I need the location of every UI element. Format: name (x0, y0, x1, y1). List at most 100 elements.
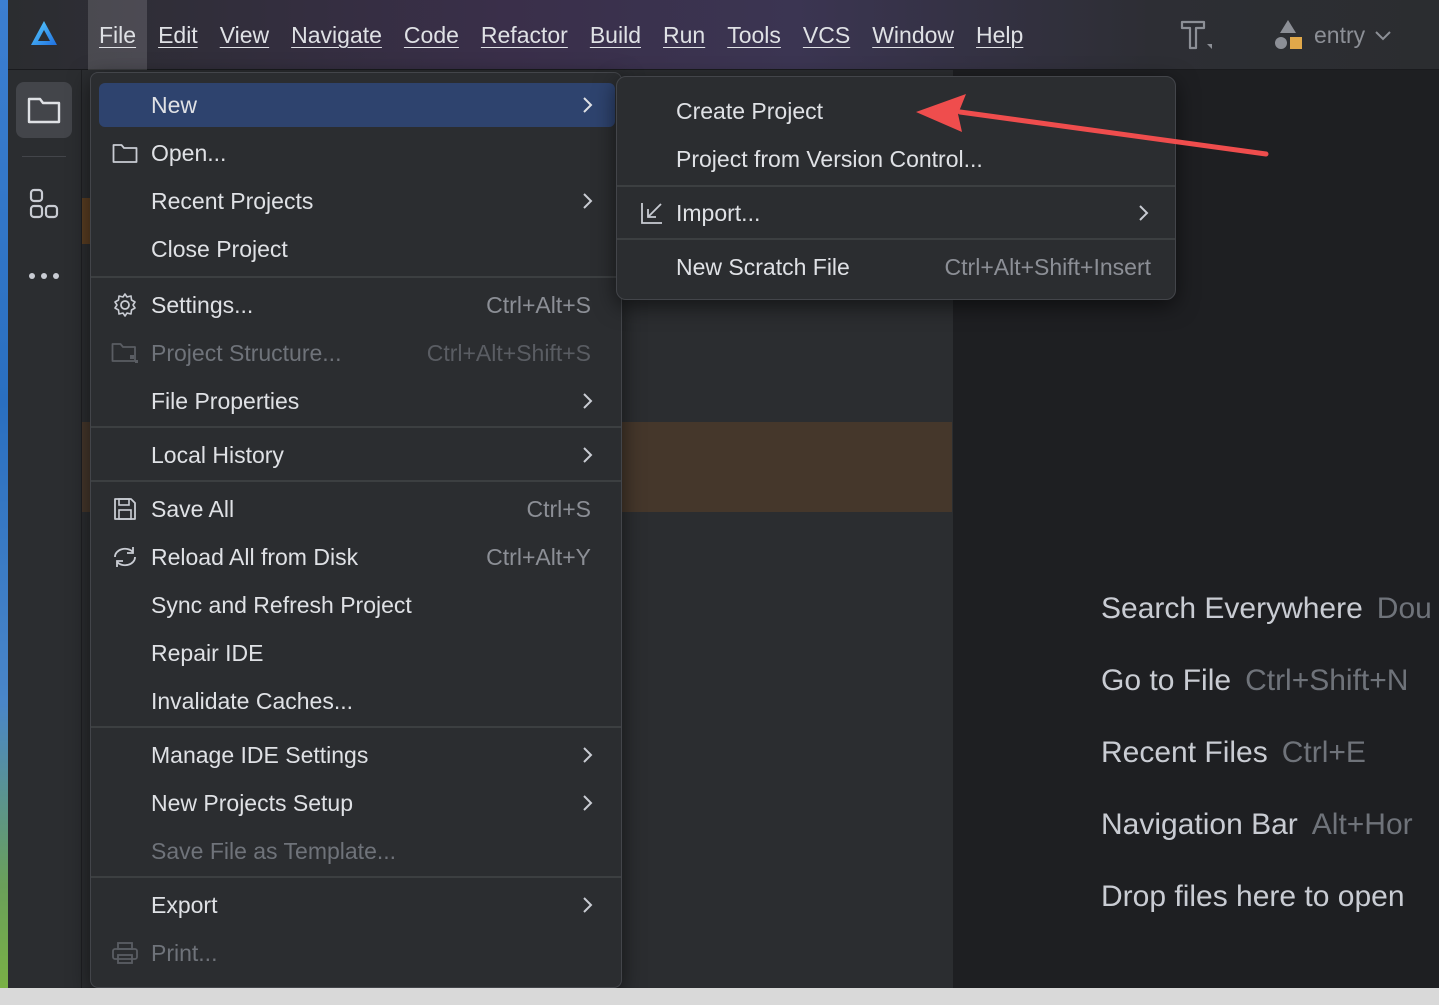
menu-item-save-all[interactable]: Save All Ctrl+S (99, 487, 615, 531)
main-menubar: File Edit View Navigate Code Refactor Bu… (88, 0, 1034, 70)
menu-window[interactable]: Window (861, 0, 965, 70)
menu-separator (91, 480, 621, 482)
menu-item-label: Close Project (151, 235, 288, 262)
menu-item-label: New (151, 91, 198, 118)
menu-file[interactable]: File (88, 0, 148, 70)
menu-item-file-properties[interactable]: File Properties (99, 379, 615, 423)
menu-item-label: Save File as Template... (151, 837, 397, 864)
menu-edit[interactable]: Edit (147, 0, 209, 70)
menu-item-save-file-as-template[interactable]: Save File as Template... (99, 829, 615, 873)
hint-navigation-bar: Navigation Bar Alt+Hor (1101, 808, 1413, 842)
menu-item-label: File Properties (151, 387, 300, 414)
printer-icon (111, 940, 139, 966)
tool-window-strip (8, 70, 82, 988)
menu-item-open[interactable]: Open... (99, 131, 615, 175)
app-logo-icon[interactable] (28, 18, 60, 50)
submenu-item-import[interactable]: Import... (617, 191, 1175, 235)
menu-navigate[interactable]: Navigate (280, 0, 393, 70)
submenu-item-new-scratch-file[interactable]: New Scratch File Ctrl+Alt+Shift+Insert (617, 245, 1175, 289)
menu-refactor[interactable]: Refactor (470, 0, 579, 70)
menu-separator (91, 726, 621, 728)
menu-item-reload-all[interactable]: Reload All from Disk Ctrl+Alt+Y (99, 535, 615, 579)
menu-item-project-structure[interactable]: Project Structure... Ctrl+Alt+Shift+S (99, 331, 615, 375)
menu-item-shortcut: Ctrl+S (526, 495, 591, 522)
menu-item-label: Project Structure... (151, 339, 342, 366)
menu-item-label: New Projects Setup (151, 789, 353, 816)
run-config-selector[interactable]: entry (1270, 14, 1393, 56)
hint-shortcut: Alt+Hor (1311, 808, 1413, 841)
hint-shortcut: Ctrl+Shift+N (1245, 664, 1409, 697)
annotation-arrow-icon (916, 94, 1269, 157)
menu-build[interactable]: Build (579, 0, 652, 70)
menu-item-export[interactable]: Export (99, 883, 615, 927)
menu-item-label: Import... (676, 199, 761, 226)
chevron-down-icon (1375, 31, 1391, 41)
menu-item-settings[interactable]: Settings... Ctrl+Alt+S (99, 283, 615, 327)
menu-item-shortcut: Ctrl+Alt+S (486, 291, 591, 318)
title-bar: File Edit View Navigate Code Refactor Bu… (8, 0, 1439, 70)
menu-item-label: Settings... (151, 291, 254, 318)
menu-item-new-projects-setup[interactable]: New Projects Setup (99, 781, 615, 825)
menu-item-recent-projects[interactable]: Recent Projects (99, 179, 615, 223)
menu-help[interactable]: Help (965, 0, 1034, 70)
menu-item-invalidate-caches[interactable]: Invalidate Caches... (99, 679, 615, 723)
menu-item-repair-ide[interactable]: Repair IDE (99, 631, 615, 675)
file-menu-dropdown: New Open... Recent Projects Close Projec… (90, 72, 622, 988)
chevron-right-icon (583, 447, 593, 463)
structure-icon (29, 188, 59, 219)
menu-item-label: Export (151, 891, 218, 918)
menu-item-label: Repair IDE (151, 639, 264, 666)
menu-code[interactable]: Code (393, 0, 470, 70)
menu-item-manage-ide-settings[interactable]: Manage IDE Settings (99, 733, 615, 777)
hint-label: Search Everywhere (1101, 592, 1363, 625)
project-structure-icon (111, 340, 139, 366)
menu-separator (91, 426, 621, 428)
save-icon (111, 496, 139, 522)
ide-window: File Edit View Navigate Code Refactor Bu… (8, 0, 1439, 988)
hint-recent-files: Recent Files Ctrl+E (1101, 736, 1366, 770)
hint-label: Drop files here to open (1101, 880, 1405, 913)
chevron-right-icon (583, 393, 593, 409)
menu-item-label: Local History (151, 441, 284, 468)
hammer-icon[interactable] (1174, 14, 1214, 54)
menu-item-label: New Scratch File (676, 253, 850, 280)
menu-item-label: Manage IDE Settings (151, 741, 369, 768)
menu-vcs[interactable]: VCS (792, 0, 861, 70)
reload-icon (111, 544, 139, 570)
more-tools-button[interactable] (16, 248, 72, 304)
hint-go-to-file: Go to File Ctrl+Shift+N (1101, 664, 1408, 698)
menu-separator (617, 185, 1175, 187)
desktop-background-edge (0, 0, 8, 1005)
hint-label: Navigation Bar (1101, 808, 1298, 841)
menu-item-print[interactable]: Print... (99, 931, 615, 975)
menu-separator (617, 238, 1175, 240)
menu-item-sync-refresh[interactable]: Sync and Refresh Project (99, 583, 615, 627)
menu-item-new[interactable]: New (99, 83, 615, 127)
hint-search-everywhere: Search Everywhere Dou (1101, 592, 1432, 626)
menu-run[interactable]: Run (652, 0, 716, 70)
menu-item-label: Invalidate Caches... (151, 687, 354, 714)
menu-item-label: Sync and Refresh Project (151, 591, 412, 618)
menu-tools[interactable]: Tools (716, 0, 792, 70)
run-config-label: entry (1314, 21, 1366, 48)
menu-item-close-project[interactable]: Close Project (99, 227, 615, 271)
chevron-right-icon (583, 897, 593, 913)
hint-label: Recent Files (1101, 736, 1268, 769)
desktop-taskbar-edge (0, 988, 1439, 1005)
folder-icon (111, 140, 139, 166)
menu-view[interactable]: View (209, 0, 280, 70)
project-tool-button[interactable] (16, 82, 72, 138)
menu-item-label: Recent Projects (151, 187, 314, 214)
more-dots-icon (29, 273, 59, 279)
chevron-right-icon (583, 193, 593, 209)
structure-tool-button[interactable] (16, 176, 72, 232)
menu-item-shortcut: Ctrl+Alt+Shift+S (426, 339, 591, 366)
import-icon (639, 200, 667, 226)
menu-item-label: Create Project (676, 97, 824, 124)
chevron-right-icon (1139, 205, 1149, 221)
gutter-marker (82, 198, 90, 244)
menu-item-label: Save All (151, 495, 235, 522)
menu-item-local-history[interactable]: Local History (99, 433, 615, 477)
menu-item-shortcut: Ctrl+Alt+Shift+Insert (944, 253, 1151, 280)
menu-separator (91, 876, 621, 878)
